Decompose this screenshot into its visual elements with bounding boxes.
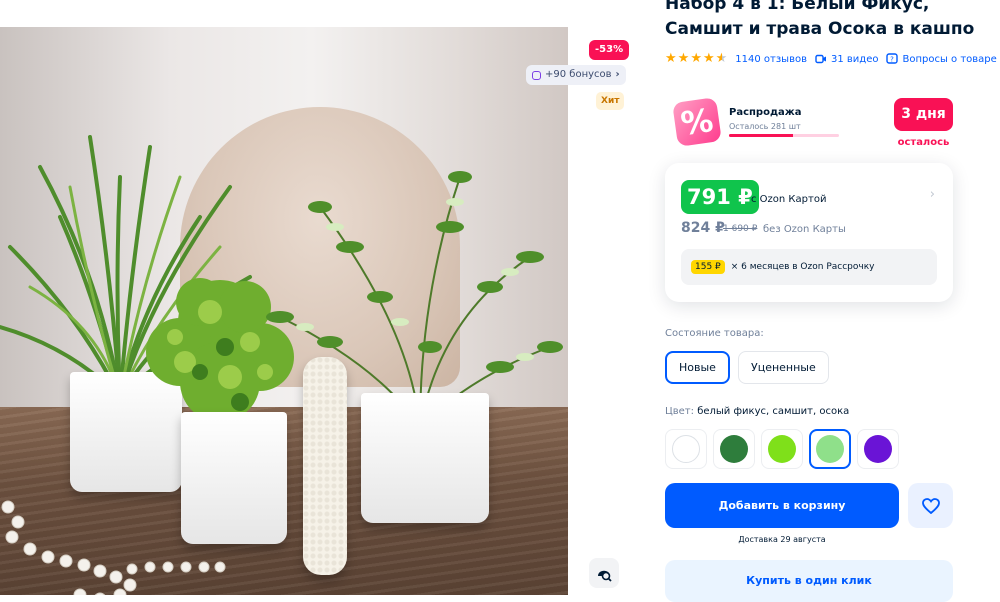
hit-badge: Хит [596, 92, 625, 110]
star-half-icon: ★ [715, 51, 728, 66]
star-icon: ★ [665, 51, 677, 66]
product-photo[interactable] [0, 27, 568, 595]
pot-ficus [361, 393, 489, 523]
sale-remaining: Осталось 281 шт [729, 122, 801, 131]
price-card[interactable]: 791 ₽ с Ozon Картой › 824 ₽ 1 690 ₽ без … [665, 163, 953, 302]
coin-icon [532, 70, 541, 80]
condition-option-discounted[interactable]: Уцененные [738, 351, 829, 384]
without-card-label: без Ozon Карты [763, 224, 846, 235]
bonus-text: +90 бонусов [545, 69, 612, 80]
heart-icon [921, 497, 940, 514]
installment-amount: 155 ₽ [691, 260, 725, 274]
bonus-chip[interactable]: +90 бонусов › [526, 65, 626, 85]
days-left-badge: 3 дня [894, 98, 953, 131]
percent-icon: % [672, 97, 722, 147]
add-to-cart-button[interactable]: Добавить в корзину [665, 483, 899, 528]
star-icon: ★ [690, 51, 702, 66]
star-icon: ★ [702, 51, 715, 66]
swatch-dot [768, 435, 796, 463]
sale-info: Распродажа Осталось 281 шт [729, 107, 839, 137]
sale-progress-bar [729, 134, 839, 137]
reviews-count: 1140 отзывов [735, 53, 807, 65]
color-label-key: Цвет: [665, 406, 695, 417]
color-swatch-light-green[interactable] [809, 429, 851, 469]
delivery-date: Доставка 29 августа [738, 535, 826, 544]
condition-label: Состояние товара: [665, 328, 764, 339]
condition-option-new[interactable]: Новые [665, 351, 730, 384]
visual-search-button[interactable] [589, 558, 619, 588]
installment-row[interactable]: 155 ₽ × 6 месяцев в Ozon Рассрочку [681, 249, 937, 285]
video-icon [815, 54, 826, 64]
chevron-right-icon[interactable]: › [930, 187, 935, 202]
installment-text: × 6 месяцев в Ozon Рассрочку [730, 262, 875, 272]
videos-count: 31 видео [830, 53, 879, 65]
buy-one-click-button[interactable]: Купить в один клик [665, 560, 953, 602]
product-meta-row: ★ ★ ★ ★ ★ 1140 отзывов 31 видео ? Вопрос… [665, 52, 997, 66]
visual-search-icon [598, 570, 612, 582]
reviews-link[interactable]: 1140 отзывов [735, 54, 807, 65]
color-swatch-purple[interactable] [857, 429, 899, 469]
ozon-card-price: 791 ₽ [681, 180, 759, 214]
days-left-caption: осталось [897, 137, 950, 148]
swatch-dot [864, 435, 892, 463]
rating-stars[interactable]: ★ ★ ★ ★ ★ [665, 52, 727, 66]
chevron-right-icon: › [615, 69, 620, 80]
ozon-card-label: с Ozon Картой [751, 194, 827, 205]
old-price: 1 690 ₽ [723, 224, 758, 234]
swatch-dot [816, 435, 844, 463]
sale-block: % Распродажа Осталось 281 шт [672, 97, 839, 147]
color-label-value: белый фикус, самшит, осока [697, 406, 850, 417]
honeycomb-candle [303, 357, 347, 575]
sale-progress-fill [729, 134, 793, 137]
swatch-dot [720, 435, 748, 463]
questions-link[interactable]: ? Вопросы о товаре [886, 53, 997, 65]
videos-link[interactable]: 31 видео [815, 54, 878, 65]
color-swatch-lime[interactable] [761, 429, 803, 469]
question-icon: ? [886, 53, 899, 64]
questions-text: Вопросы о товаре [902, 53, 997, 65]
sale-title: Распродажа [729, 107, 802, 118]
svg-text:?: ? [891, 55, 895, 63]
color-label: Цвет: белый фикус, самшит, осока [665, 406, 849, 417]
star-icon: ★ [677, 51, 690, 66]
color-swatch-dark-green[interactable] [713, 429, 755, 469]
pearl-beads-illustration [1, 500, 226, 595]
regular-price: 824 ₽ [681, 220, 725, 236]
color-swatch-white[interactable] [665, 429, 707, 469]
discount-badge: -53% [589, 40, 630, 60]
favorite-button[interactable] [908, 483, 953, 528]
product-title: Набор 4 в 1: Белый Фикус, Самшит и трава… [665, 0, 975, 39]
swatch-dot [672, 435, 700, 463]
